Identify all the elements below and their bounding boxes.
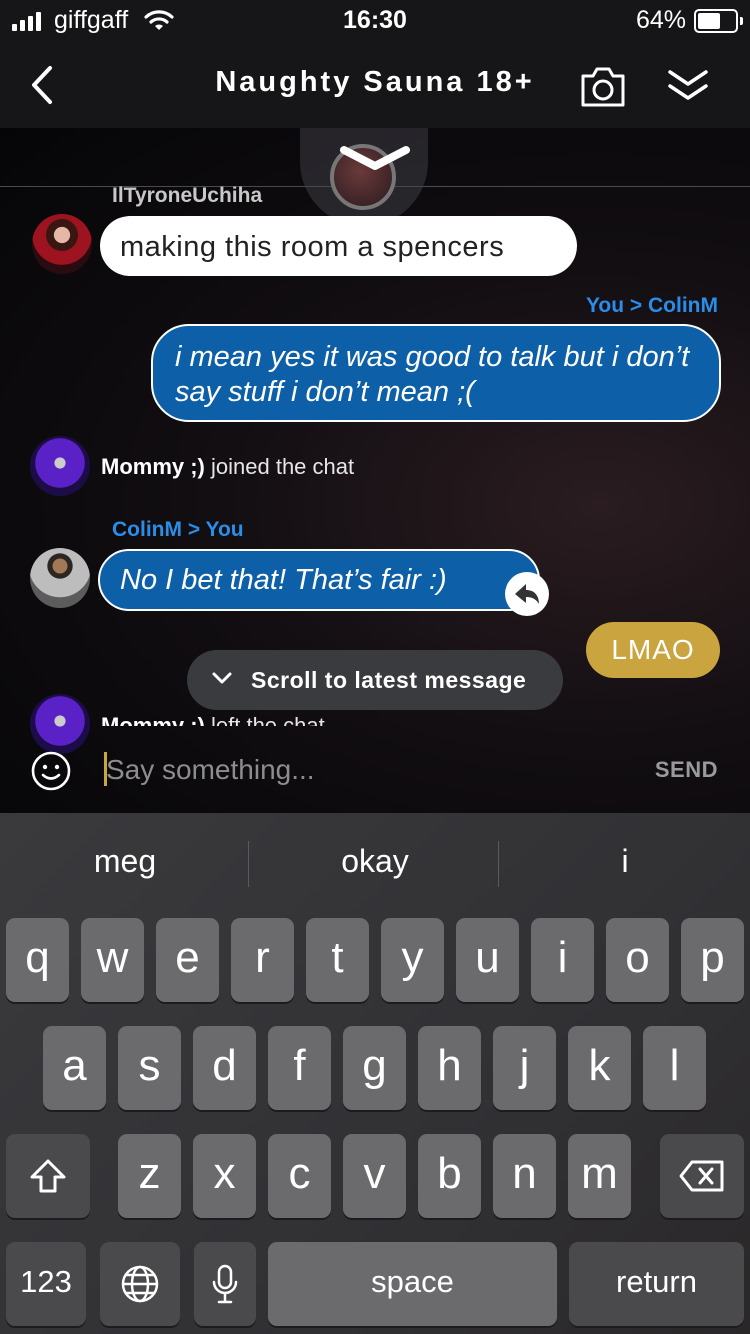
system-text: joined the chat <box>204 454 355 479</box>
chat-header: Naughty Sauna 18+ <box>0 42 750 128</box>
whisper-label: ColinM > You <box>112 518 244 541</box>
key[interactable]: j <box>493 1026 556 1110</box>
key[interactable]: f <box>268 1026 331 1110</box>
shift-key[interactable] <box>6 1134 90 1218</box>
message-composer: SEND <box>0 726 750 813</box>
reply-button[interactable] <box>505 572 549 616</box>
delete-key[interactable] <box>660 1134 744 1218</box>
message-bubble[interactable]: making this room a spencers <box>100 216 577 276</box>
globe-icon <box>121 1265 159 1303</box>
key[interactable]: o <box>606 918 669 1002</box>
predictive-bar: meg okay i <box>0 833 750 893</box>
key[interactable]: t <box>306 918 369 1002</box>
key[interactable]: g <box>343 1026 406 1110</box>
key[interactable]: y <box>381 918 444 1002</box>
key[interactable]: i <box>531 918 594 1002</box>
key[interactable]: s <box>118 1026 181 1110</box>
camera-icon <box>581 67 625 107</box>
microphone-icon <box>212 1264 238 1304</box>
own-message-bubble[interactable]: LMAO <box>586 622 720 678</box>
key[interactable]: l <box>643 1026 706 1110</box>
chevron-down-icon[interactable] <box>338 144 412 174</box>
smiley-icon <box>31 751 71 791</box>
backspace-icon <box>679 1160 724 1192</box>
system-text: left the chat <box>204 713 325 726</box>
system-username[interactable]: Mommy ;) <box>101 713 205 726</box>
scroll-to-latest-label: Scroll to latest message <box>251 667 527 693</box>
avatar[interactable] <box>32 214 92 274</box>
emoji-button[interactable] <box>30 750 72 792</box>
system-username[interactable]: Mommy ;) <box>101 454 205 479</box>
avatar[interactable] <box>30 436 90 496</box>
key[interactable]: e <box>156 918 219 1002</box>
avatar[interactable] <box>30 548 90 608</box>
key[interactable]: c <box>268 1134 331 1218</box>
key[interactable]: h <box>418 1026 481 1110</box>
collapse-button[interactable] <box>664 64 712 108</box>
globe-key[interactable] <box>100 1242 180 1326</box>
message-input[interactable] <box>104 750 576 790</box>
key[interactable]: d <box>193 1026 256 1110</box>
chat-room-area[interactable]: IlTyroneUchiha making this room a spence… <box>0 128 750 813</box>
key[interactable]: n <box>493 1134 556 1218</box>
shift-icon <box>30 1159 66 1193</box>
scroll-to-latest-button[interactable]: Scroll to latest message <box>187 650 563 710</box>
keyboard: meg okay i q w e r t y u i o p a s d f g… <box>0 813 750 1334</box>
suggestion[interactable]: i <box>500 843 750 880</box>
double-chevron-down-icon <box>668 70 708 100</box>
battery-icon <box>694 9 743 33</box>
text-cursor <box>104 752 107 786</box>
suggestion-divider <box>248 841 249 887</box>
private-message-bubble[interactable]: i mean yes it was good to talk but i don… <box>151 324 721 422</box>
reply-icon <box>515 584 539 604</box>
private-message-bubble[interactable]: No I bet that! That’s fair :) <box>98 549 540 611</box>
key[interactable]: x <box>193 1134 256 1218</box>
back-button[interactable] <box>22 60 62 110</box>
key[interactable]: k <box>568 1026 631 1110</box>
system-message: Mommy ;) left the chat <box>101 713 325 726</box>
battery-percent: 64% <box>635 6 686 34</box>
key[interactable]: m <box>568 1134 631 1218</box>
whisper-label: You > ColinM <box>585 294 718 317</box>
suggestion[interactable]: meg <box>0 843 250 880</box>
suggestion[interactable]: okay <box>250 843 500 880</box>
camera-button[interactable] <box>578 62 628 110</box>
key[interactable]: u <box>456 918 519 1002</box>
chevron-left-icon <box>32 66 52 104</box>
key[interactable]: w <box>81 918 144 1002</box>
chevron-down-icon <box>212 672 232 684</box>
key[interactable]: p <box>681 918 744 1002</box>
key[interactable]: q <box>6 918 69 1002</box>
send-button[interactable]: SEND <box>655 757 718 783</box>
key[interactable]: r <box>231 918 294 1002</box>
key[interactable]: z <box>118 1134 181 1218</box>
key[interactable]: b <box>418 1134 481 1218</box>
numbers-key[interactable]: 123 <box>6 1242 86 1326</box>
room-title: Naughty Sauna 18+ <box>215 66 535 98</box>
key[interactable]: a <box>43 1026 106 1110</box>
suggestion-divider <box>498 841 499 887</box>
key[interactable]: v <box>343 1134 406 1218</box>
dictation-key[interactable] <box>194 1242 256 1326</box>
return-key[interactable]: return <box>569 1242 744 1326</box>
system-message: Mommy ;) joined the chat <box>101 454 354 480</box>
space-key[interactable]: space <box>268 1242 557 1326</box>
sender-name[interactable]: IlTyroneUchiha <box>112 184 262 208</box>
status-bar: giffgaff 16:30 64% <box>0 0 750 42</box>
